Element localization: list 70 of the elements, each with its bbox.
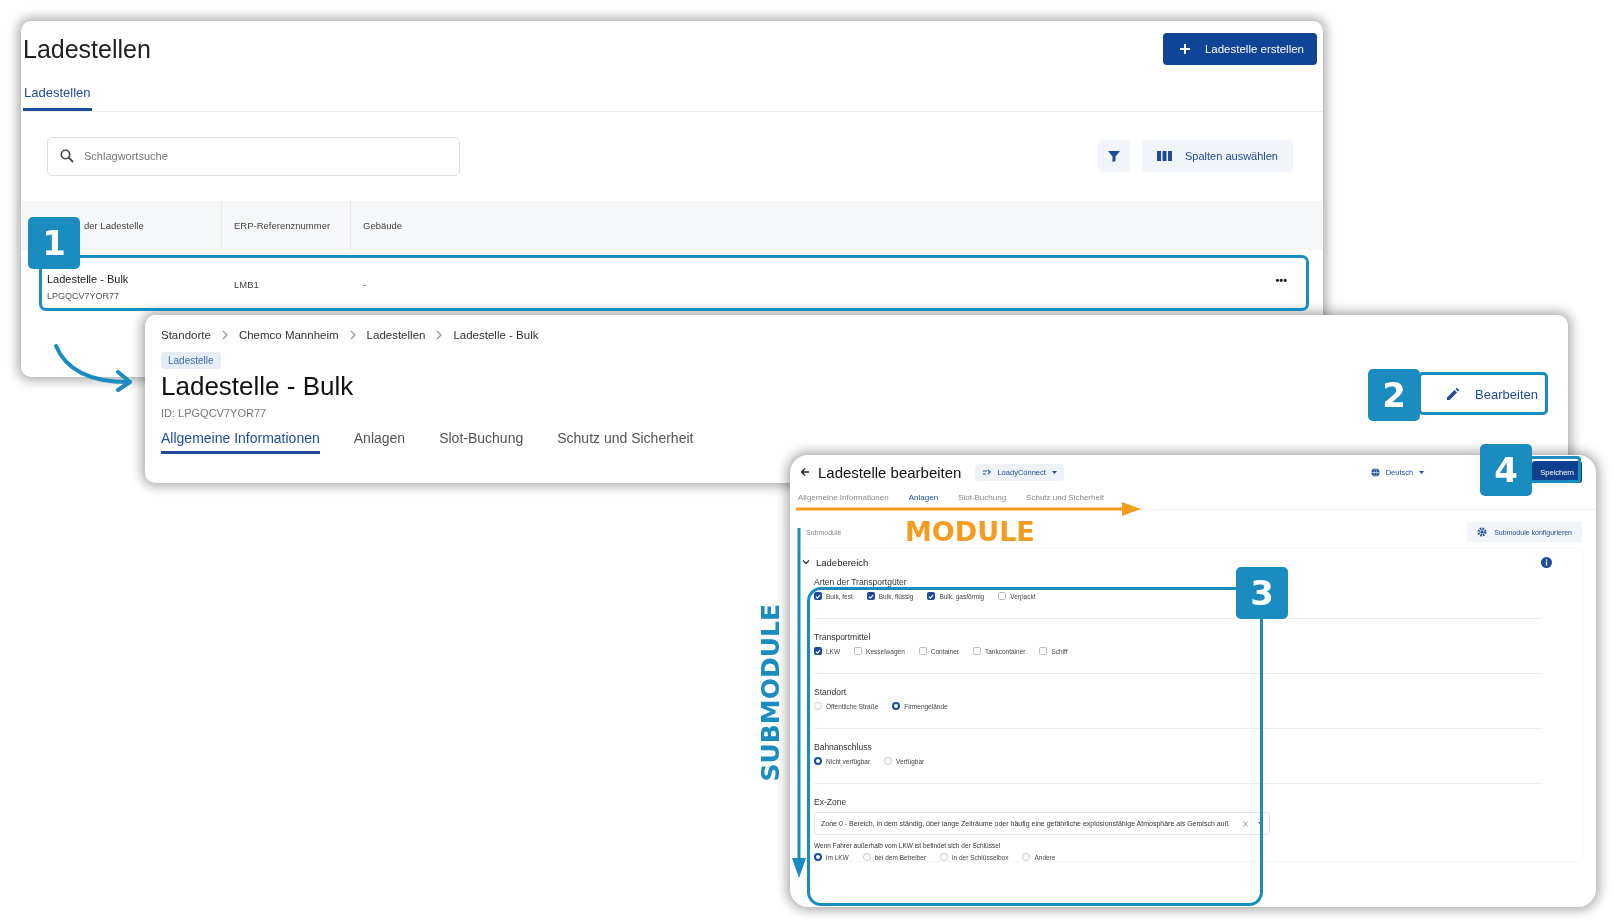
- section-title: Ladebereich: [816, 556, 869, 568]
- plus-icon: [1178, 43, 1191, 55]
- table-cell-text: Ladestelle - Bulk: [47, 272, 130, 285]
- tab[interactable]: Slot-Buchung: [439, 430, 524, 454]
- checkbox[interactable]: [1039, 647, 1048, 655]
- checkbox[interactable]: [814, 592, 822, 600]
- tab[interactable]: Allgemeine Informationen: [161, 430, 320, 454]
- annotation-label: SUBMODULE: [758, 604, 783, 782]
- breadcrumb-link[interactable]: Ladestellen: [366, 329, 426, 341]
- number-badge: 3: [1236, 567, 1288, 619]
- search-field[interactable]: Schlagwortsuche: [47, 136, 460, 176]
- checkbox[interactable]: [814, 647, 822, 655]
- radio-button[interactable]: [892, 702, 901, 710]
- columns-button[interactable]: Spalten auswählen: [1142, 140, 1293, 172]
- field-label: Arten der Transportgüter: [814, 577, 908, 587]
- checkbox[interactable]: [927, 592, 936, 600]
- radio-button[interactable]: [814, 853, 822, 861]
- tab[interactable]: Anlagen: [908, 493, 939, 509]
- caret-icon: [1051, 470, 1057, 474]
- info-icon: [1541, 556, 1552, 568]
- table-cell-text: LPGQCV7YOR77: [47, 290, 121, 301]
- checkbox[interactable]: [918, 647, 927, 655]
- column-header: ERP-Referenznummer: [222, 201, 351, 250]
- field-label: Transportmittel: [814, 632, 872, 642]
- id-text: ID: LPGQCV7YOR77: [161, 407, 268, 419]
- type-chip: Ladestelle: [161, 352, 221, 369]
- search-icon: [60, 149, 74, 163]
- create-button[interactable]: Ladestelle erstellen: [1162, 33, 1317, 65]
- checkbox[interactable]: [866, 592, 875, 600]
- tab[interactable]: Schutz und Sicherheit: [557, 430, 694, 454]
- breadcrumb-link[interactable]: Standorte: [161, 329, 211, 341]
- more-button[interactable]: •••: [1275, 269, 1287, 286]
- breadcrumb-link[interactable]: Ladestelle - Bulk: [453, 329, 539, 341]
- page-title: Ladestelle - Bulk: [161, 371, 354, 402]
- field-label: Ex-Zone: [814, 797, 848, 807]
- tab[interactable]: Schutz und Sicherheit: [1026, 493, 1104, 509]
- radio-button[interactable]: [814, 757, 822, 765]
- checkbox[interactable]: [854, 647, 863, 655]
- chevron-right-icon: [220, 330, 229, 340]
- page-title: Ladestellen: [23, 34, 152, 64]
- clear-icon: [1243, 820, 1248, 827]
- checkbox[interactable]: [998, 592, 1007, 600]
- chevron-right-icon: [435, 330, 444, 340]
- table-cell-text: -: [362, 278, 368, 290]
- table-cell-text: LMB1: [233, 278, 260, 290]
- checkbox[interactable]: [972, 647, 981, 655]
- number-badge: 4: [1480, 444, 1532, 496]
- page-title: Ladestelle bearbeiten: [818, 463, 962, 481]
- back-arrow-icon: [800, 467, 810, 477]
- field-label: Standort: [814, 687, 848, 697]
- tab[interactable]: Slot-Buchung: [958, 493, 1007, 509]
- gear-icon: [1477, 527, 1488, 537]
- columns-icon: [1157, 150, 1173, 162]
- caret-icon: [1419, 470, 1425, 474]
- funnel-icon: [1107, 149, 1122, 163]
- globe-icon: [1370, 467, 1380, 477]
- search-input[interactable]: Schlagwortsuche: [82, 149, 447, 163]
- filter-button[interactable]: [1098, 140, 1131, 172]
- chevron-down-icon[interactable]: [802, 558, 810, 566]
- breadcrumb-link[interactable]: Chemco Mannheim: [238, 329, 339, 341]
- annotation-label: MODULE: [905, 516, 1035, 547]
- tab[interactable]: Ladestellen: [23, 85, 92, 111]
- number-badge: 1: [28, 217, 80, 269]
- tab[interactable]: Allgemeine Informationen: [798, 493, 889, 509]
- pencil-icon: [1445, 386, 1462, 402]
- tab[interactable]: Anlagen: [353, 430, 406, 454]
- field-label: Bahnanschluss: [814, 742, 873, 752]
- number-badge: 2: [1368, 369, 1420, 421]
- chevron-right-icon: [348, 330, 357, 340]
- column-header: Gebäude: [362, 219, 404, 233]
